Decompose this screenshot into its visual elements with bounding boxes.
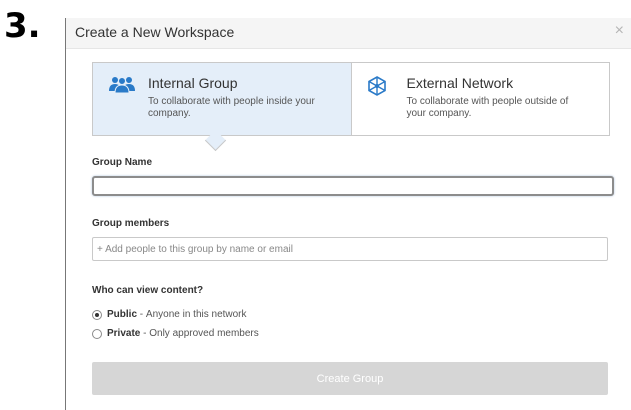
external-network-description: To collaborate with people outside of yo… xyxy=(406,96,569,119)
public-radio[interactable] xyxy=(92,309,102,320)
private-radio[interactable] xyxy=(92,328,102,339)
internal-group-title: Internal Group xyxy=(148,75,238,91)
public-option-name: Public xyxy=(107,309,138,320)
external-network-title: External Network xyxy=(406,75,514,91)
network-icon xyxy=(366,75,388,102)
dialog-header: Create a New Workspace × xyxy=(66,18,631,49)
workspace-type-tabs: Internal Group To collaborate with peopl… xyxy=(92,62,610,136)
group-members-label: Group members xyxy=(92,218,170,229)
step-number: 3. xyxy=(4,6,41,46)
group-name-label: Group Name xyxy=(92,157,153,168)
group-members-input[interactable] xyxy=(92,237,608,261)
public-option-description: Anyone in this network xyxy=(145,309,247,320)
private-option-name: Private xyxy=(107,328,141,339)
create-workspace-dialog: Create a New Workspace × Internal Group … xyxy=(65,18,631,410)
close-icon[interactable]: × xyxy=(615,22,624,40)
internal-group-tab[interactable]: Internal Group To collaborate with peopl… xyxy=(93,63,352,135)
internal-group-description: To collaborate with people inside your c… xyxy=(148,96,315,119)
dialog-title: Create a New Workspace xyxy=(75,24,235,40)
people-icon xyxy=(107,75,137,100)
external-network-tab[interactable]: External Network To collaborate with peo… xyxy=(352,63,610,135)
visibility-label: Who can view content? xyxy=(92,285,204,296)
visibility-option-private[interactable]: Private - Only approved members xyxy=(92,328,259,339)
private-option-description: Only approved members xyxy=(149,328,259,339)
public-option-separator: - xyxy=(137,309,146,320)
create-group-button[interactable]: Create Group xyxy=(92,362,608,395)
group-name-input[interactable] xyxy=(92,176,614,196)
private-option-separator: - xyxy=(140,328,150,339)
visibility-option-public[interactable]: Public - Anyone in this network xyxy=(92,309,247,320)
